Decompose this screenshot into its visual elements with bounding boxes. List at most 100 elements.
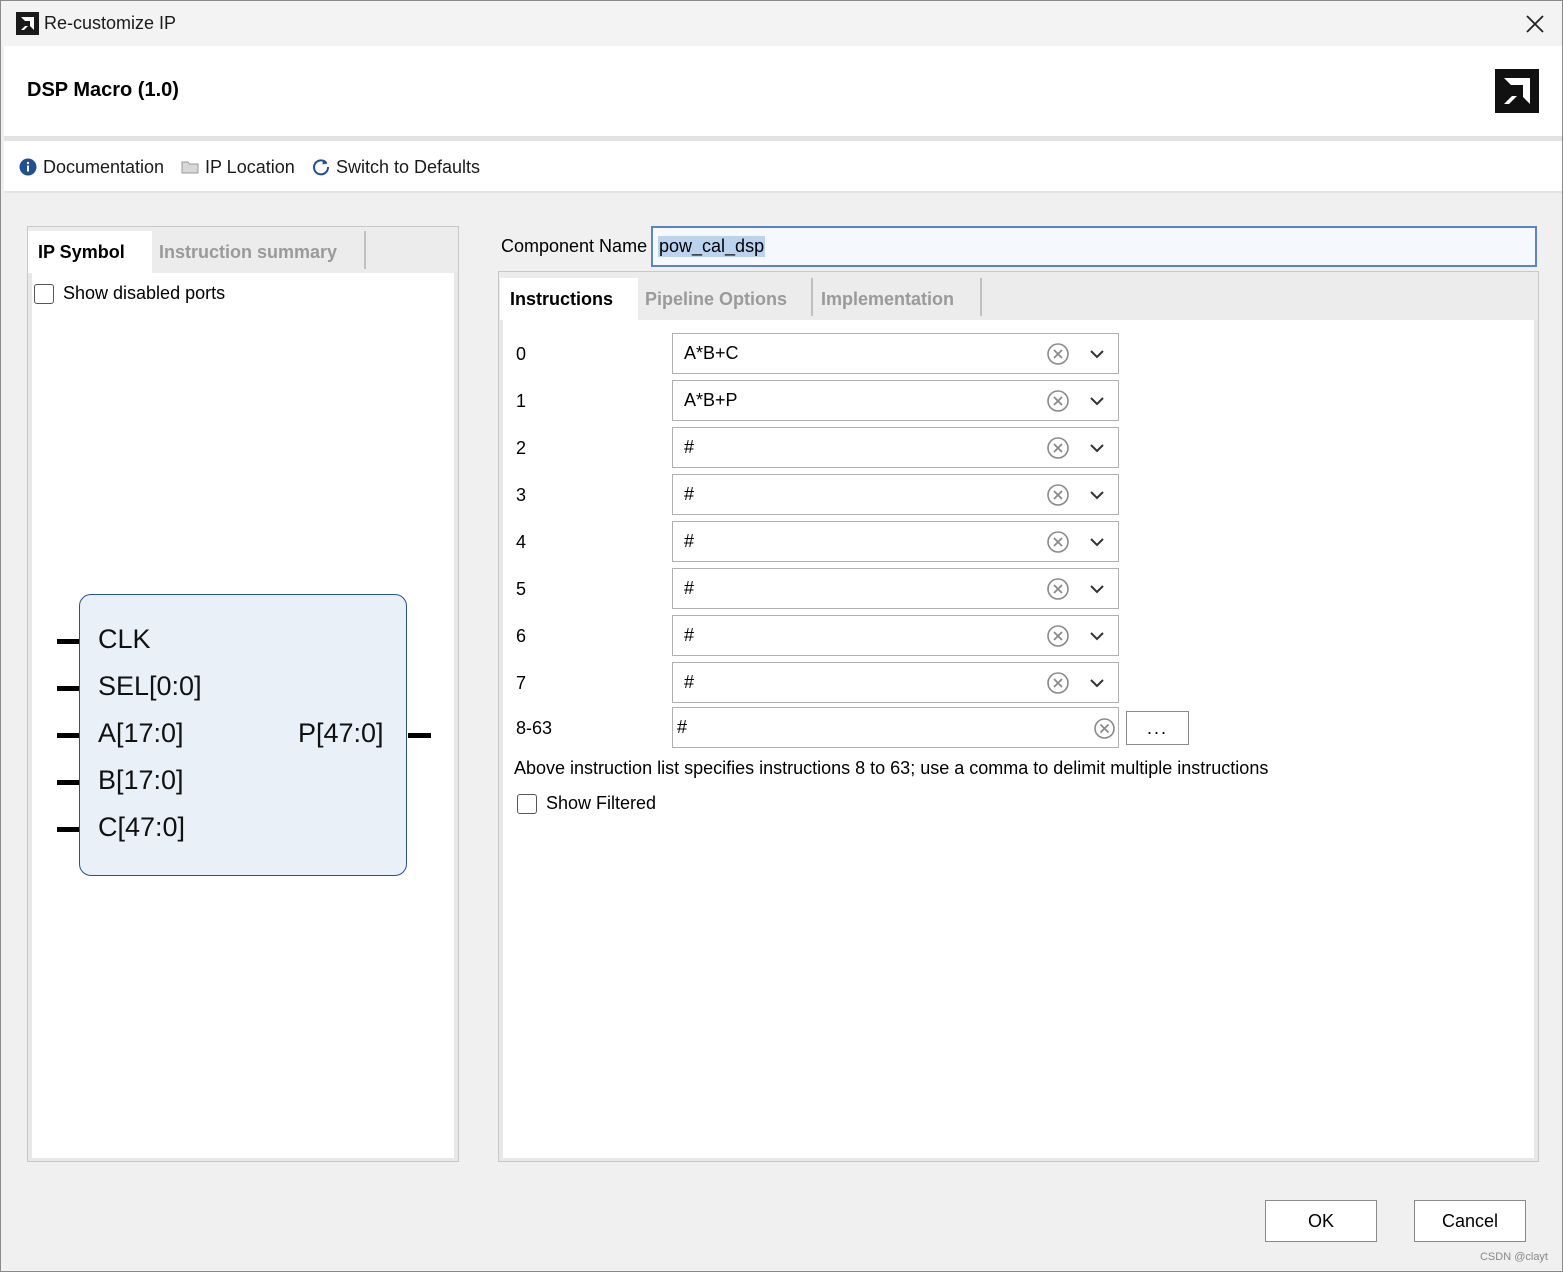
instruction-combo[interactable]: A*B+P bbox=[672, 380, 1119, 421]
chevron-down-icon[interactable] bbox=[1088, 674, 1106, 692]
documentation-link[interactable]: Documentation bbox=[19, 155, 164, 179]
instruction-note: Above instruction list specifies instruc… bbox=[514, 758, 1269, 778]
instruction-index: 0 bbox=[516, 344, 527, 364]
dialog-window: Re-customize IP DSP Macro (1.0) Document… bbox=[0, 0, 1563, 1272]
clear-icon[interactable] bbox=[1047, 390, 1069, 412]
window-title: Re-customize IP bbox=[44, 13, 177, 33]
instruction-combo[interactable]: # bbox=[672, 568, 1119, 609]
instruction-range-input[interactable]: # bbox=[672, 707, 1119, 748]
toolbar: Documentation IP Location Switch to Defa… bbox=[4, 141, 1562, 193]
port-sel: SEL[0:0] bbox=[98, 671, 202, 701]
instruction-index: 5 bbox=[516, 579, 527, 599]
instruction-index: 4 bbox=[516, 532, 527, 552]
ip-header: DSP Macro (1.0) bbox=[4, 46, 1562, 136]
instruction-index: 7 bbox=[516, 673, 527, 693]
clear-icon[interactable] bbox=[1047, 343, 1069, 365]
component-name-value: pow_cal_dsp bbox=[658, 236, 766, 257]
instruction-value: # bbox=[684, 437, 695, 457]
chevron-down-icon[interactable] bbox=[1088, 439, 1106, 457]
chevron-down-icon[interactable] bbox=[1088, 533, 1106, 551]
ip-location-label: IP Location bbox=[205, 156, 295, 177]
chevron-down-icon[interactable] bbox=[1088, 486, 1106, 504]
show-disabled-ports-label: Show disabled ports bbox=[63, 283, 226, 303]
tab-pipeline-options[interactable]: Pipeline Options bbox=[635, 278, 811, 320]
left-panel: IP Symbol Instruction summary Show disab… bbox=[27, 226, 459, 1162]
instruction-index: 2 bbox=[516, 438, 527, 458]
instruction-index: 6 bbox=[516, 626, 527, 646]
instruction-value: A*B+P bbox=[684, 390, 738, 410]
instruction-combo[interactable]: # bbox=[672, 521, 1119, 562]
port-p: P[47:0] bbox=[298, 718, 384, 748]
instruction-index: 3 bbox=[516, 485, 527, 505]
show-filtered-label: Show Filtered bbox=[546, 793, 657, 813]
watermark: CSDN @clayt bbox=[1479, 1251, 1548, 1263]
port-pin-clk bbox=[57, 639, 79, 644]
show-disabled-ports-checkbox[interactable]: Show disabled ports bbox=[34, 283, 225, 304]
ip-title: DSP Macro (1.0) bbox=[27, 79, 179, 101]
tab-divider bbox=[980, 278, 982, 316]
right-panel: Instructions Pipeline Options Implementa… bbox=[498, 271, 1539, 1162]
refresh-icon bbox=[312, 158, 330, 176]
instruction-combo[interactable]: A*B+C bbox=[672, 333, 1119, 374]
instruction-combo[interactable]: # bbox=[672, 474, 1119, 515]
clear-icon[interactable] bbox=[1047, 437, 1069, 459]
port-pin-c bbox=[57, 827, 79, 832]
checkbox-box bbox=[34, 283, 54, 304]
port-c: C[47:0] bbox=[98, 812, 186, 842]
ok-button[interactable]: OK bbox=[1265, 1200, 1377, 1242]
component-name-input[interactable]: pow_cal_dsp bbox=[651, 226, 1537, 267]
chevron-down-icon[interactable] bbox=[1088, 345, 1106, 363]
tab-instruction-summary[interactable]: Instruction summary bbox=[149, 231, 363, 273]
port-b: B[17:0] bbox=[98, 765, 184, 795]
right-tab-bar: Instructions Pipeline Options Implementa… bbox=[499, 272, 1538, 320]
cancel-button[interactable]: Cancel bbox=[1414, 1200, 1526, 1242]
port-pin-a bbox=[57, 733, 79, 738]
port-clk: CLK bbox=[98, 624, 151, 654]
close-icon bbox=[1526, 15, 1544, 33]
clear-icon[interactable] bbox=[1047, 531, 1069, 553]
port-pin-p bbox=[408, 733, 431, 738]
show-filtered-checkbox[interactable]: Show Filtered bbox=[517, 793, 656, 814]
port-a: A[17:0] bbox=[98, 718, 184, 748]
close-button[interactable] bbox=[1518, 7, 1552, 41]
clear-icon[interactable] bbox=[1094, 718, 1115, 739]
instructions-view: 0 A*B+C 1 A*B+P 2 #3 #4 #5 #6 #7 # 8-63 # ... Abov… bbox=[503, 320, 1534, 1158]
checkbox-box bbox=[517, 793, 537, 814]
documentation-label: Documentation bbox=[43, 156, 165, 177]
instruction-index: 1 bbox=[516, 391, 527, 411]
component-name-label: Component Name bbox=[501, 236, 648, 256]
clear-icon[interactable] bbox=[1047, 672, 1069, 694]
instruction-combo[interactable]: # bbox=[672, 662, 1119, 703]
tab-implementation[interactable]: Implementation bbox=[811, 278, 979, 320]
tab-ip-symbol[interactable]: IP Symbol bbox=[28, 231, 152, 273]
ip-symbol-view: Show disabled ports CLK SEL[0:0] A[17:0]… bbox=[32, 273, 454, 1158]
instruction-value: # bbox=[684, 672, 695, 692]
amd-logo bbox=[1495, 69, 1539, 113]
tab-divider bbox=[364, 231, 366, 269]
instruction-value: # bbox=[684, 578, 695, 598]
clear-icon[interactable] bbox=[1047, 578, 1069, 600]
instruction-value: # bbox=[684, 531, 695, 551]
title-bar: Re-customize IP bbox=[1, 1, 1562, 46]
switch-to-defaults-label: Switch to Defaults bbox=[336, 156, 481, 177]
instruction-value: # bbox=[684, 625, 695, 645]
switch-to-defaults-link[interactable]: Switch to Defaults bbox=[312, 155, 480, 179]
left-tab-bar: IP Symbol Instruction summary bbox=[28, 227, 458, 273]
instruction-value: # bbox=[684, 484, 695, 504]
instruction-combo[interactable]: # bbox=[672, 615, 1119, 656]
edit-range-button[interactable]: ... bbox=[1126, 711, 1189, 745]
clear-icon[interactable] bbox=[1047, 625, 1069, 647]
chevron-down-icon[interactable] bbox=[1088, 392, 1106, 410]
chevron-down-icon[interactable] bbox=[1088, 627, 1106, 645]
instruction-range-label: 8-63 bbox=[516, 718, 553, 738]
instruction-value: A*B+C bbox=[684, 343, 739, 363]
port-pin-b bbox=[57, 780, 79, 785]
clear-icon[interactable] bbox=[1047, 484, 1069, 506]
ip-location-link[interactable]: IP Location bbox=[181, 155, 295, 179]
tab-instructions[interactable]: Instructions bbox=[500, 278, 638, 320]
port-pin-sel bbox=[57, 686, 79, 691]
instruction-combo[interactable]: # bbox=[672, 427, 1119, 468]
instruction-range-value: # bbox=[677, 717, 688, 737]
chevron-down-icon[interactable] bbox=[1088, 580, 1106, 598]
folder-icon bbox=[181, 159, 199, 175]
